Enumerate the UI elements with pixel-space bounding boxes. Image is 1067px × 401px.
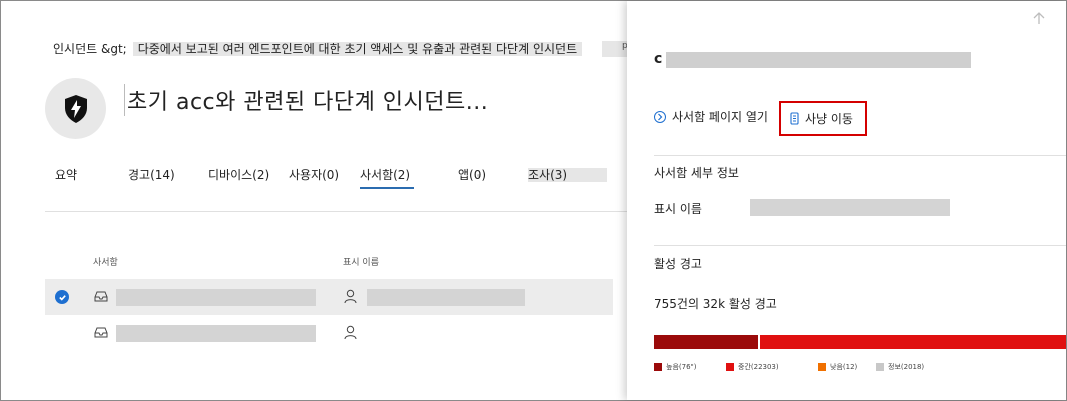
chevron-right-icon	[654, 110, 666, 123]
display-name-value-redacted	[750, 199, 950, 216]
severity-legend: 높음(76") 중간(22303) 낮음(12) 정보(2018)	[654, 362, 1064, 374]
tab-mailboxes[interactable]: 사서함(2)	[360, 166, 415, 189]
breadcrumb-current: 다중에서 보고된 여러 엔드포인트에 대한 초기 액세스 및 유출과 관련된 다…	[132, 42, 583, 56]
severity-medium-segment	[760, 335, 1066, 349]
active-alerts-header: 활성 경고	[654, 257, 702, 271]
hunt-icon	[790, 112, 799, 125]
person-icon	[344, 325, 357, 340]
tab-investigations-label: 조사(3)	[528, 168, 608, 182]
open-mailbox-page-label: 사서함 페이지 열기	[672, 110, 768, 124]
legend-medium-label: 중간(22303)	[738, 363, 779, 371]
legend-low: 낮음(12)	[818, 362, 857, 372]
column-header-mailbox[interactable]: 사서함	[93, 255, 118, 268]
row-checkbox[interactable]	[55, 290, 69, 304]
incident-page: 인시던트 &gt; 다중에서 보고된 여러 엔드포인트에 대한 초기 액세스 및 …	[0, 0, 628, 401]
active-alerts-count: 755건의 32k 활성 경고	[654, 297, 777, 311]
mailbox-name-redacted	[116, 325, 316, 342]
arrow-up-icon[interactable]	[1032, 11, 1046, 25]
tabs-divider	[45, 211, 628, 212]
mailbox-icon	[94, 327, 108, 338]
go-hunt-label: 사냥 이동	[805, 112, 853, 126]
tab-summary[interactable]: 요약	[55, 166, 77, 183]
tab-alerts[interactable]: 경고(14)	[128, 166, 175, 183]
mailbox-icon	[94, 291, 108, 302]
panel-divider	[654, 155, 1066, 156]
person-icon	[344, 289, 357, 304]
tab-users[interactable]: 사용자(0)	[289, 166, 339, 183]
tab-devices[interactable]: 디바이스(2)	[208, 166, 269, 183]
breadcrumb-suffix: p	[602, 41, 628, 57]
panel-title: c	[654, 51, 663, 67]
legend-medium: 중간(22303)	[726, 362, 779, 372]
tab-investigations[interactable]: 조사(3)	[528, 166, 608, 183]
go-hunt-button[interactable]: 사냥 이동	[779, 101, 867, 136]
open-mailbox-page-link[interactable]: 사서함 페이지 열기	[654, 108, 768, 125]
mailbox-details-header: 사서함 세부 정보	[654, 166, 739, 180]
severity-high-segment	[654, 335, 758, 349]
breadcrumb: 인시던트 &gt; 다중에서 보고된 여러 엔드포인트에 대한 초기 액세스 및 …	[53, 40, 583, 57]
shield-lightning-icon	[64, 94, 87, 123]
panel-divider	[654, 245, 1066, 246]
panel-title-redacted	[666, 52, 971, 68]
breadcrumb-root[interactable]: 인시던트 &gt;	[53, 42, 127, 56]
tab-bar: 요약 경고(14) 디바이스(2) 사용자(0) 사서함(2) 앱(0) 조사(…	[45, 166, 628, 190]
incident-title: 초기 acc와 관련된 다단계 인시던트...	[124, 84, 488, 116]
legend-info-label: 정보(2018)	[888, 363, 925, 371]
legend-info: 정보(2018)	[876, 362, 924, 372]
incident-avatar	[45, 78, 106, 139]
legend-high: 높음(76")	[654, 362, 696, 372]
mailbox-name-redacted	[116, 289, 316, 306]
severity-bar	[654, 335, 1066, 349]
display-name-redacted	[367, 289, 525, 306]
mailbox-detail-panel: c 사서함 페이지 열기 사냥 이동 사서함 세부 정보 표시 이름 활성 경고…	[627, 1, 1066, 400]
table-row[interactable]	[45, 279, 613, 315]
table-row[interactable]	[45, 315, 613, 351]
legend-low-label: 낮음(12)	[830, 363, 858, 371]
tab-apps[interactable]: 앱(0)	[458, 166, 486, 183]
column-header-display-name[interactable]: 표시 이름	[343, 255, 379, 268]
legend-high-label: 높음(76")	[666, 363, 697, 371]
display-name-label: 표시 이름	[654, 202, 702, 216]
checkmark-icon	[58, 294, 66, 301]
